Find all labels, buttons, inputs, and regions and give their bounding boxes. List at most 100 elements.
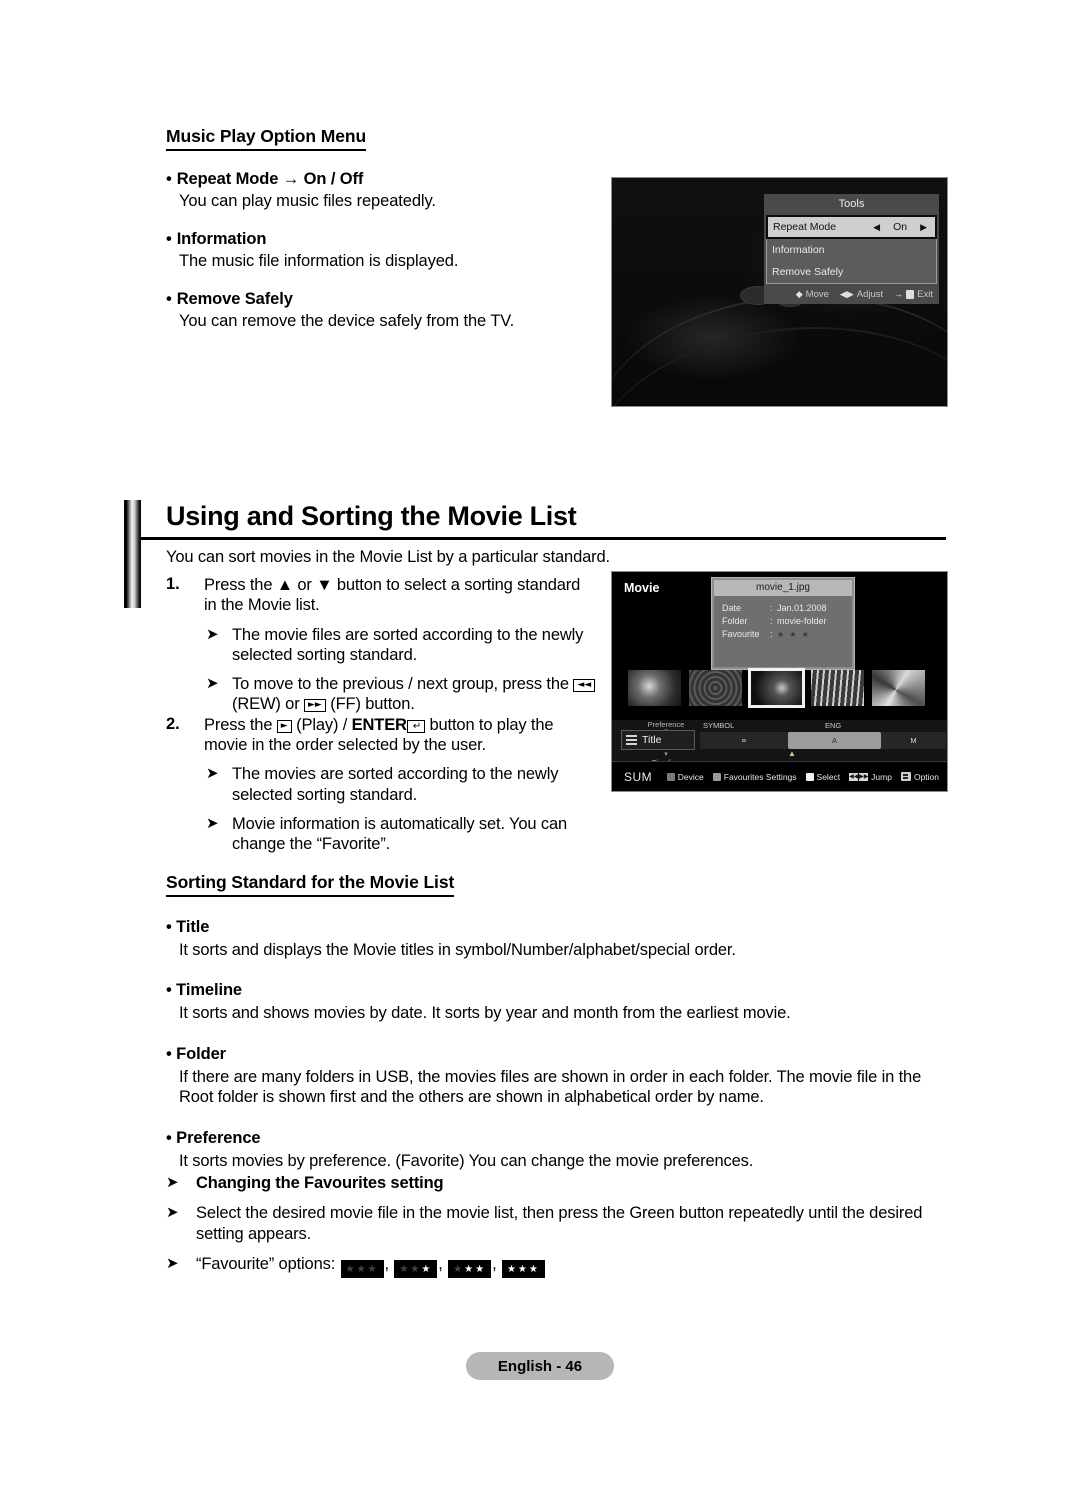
step-number: 1. xyxy=(166,575,180,593)
tools-footer-hints: ◆ Move ◀▶ Adjust → Exit xyxy=(764,284,939,304)
bullet-dot-icon: • xyxy=(166,170,172,188)
info-value: movie-folder xyxy=(777,616,827,626)
movie-file-name: movie_1.jpg xyxy=(714,580,852,596)
bullet-dot-icon: • xyxy=(166,918,172,936)
rating-badge-3-stars: ★★★ xyxy=(501,1260,545,1279)
track-segment-alphabet[interactable]: A xyxy=(788,732,881,749)
sort-current-selection[interactable]: Title xyxy=(621,730,695,750)
step-text-mid: (Play) / xyxy=(291,715,352,734)
tools-row-label: Information xyxy=(772,244,825,256)
movie-footer-hints: Device Favourites Settings Select ◀◀ ▶▶ J… xyxy=(666,771,939,782)
page-title: Using and Sorting the Movie List xyxy=(166,501,577,531)
instruction-steps: 1. Press the ▲ or ▼ button to select a s… xyxy=(166,575,596,854)
tools-row-repeat-mode[interactable]: Repeat Mode ◀ On ▶ xyxy=(766,215,937,239)
step-1-note-2: ➤ To move to the previous / next group, … xyxy=(206,674,596,715)
note-text-mid: (REW) or xyxy=(232,695,304,714)
footer-hint-label: Device xyxy=(677,771,704,782)
note-text: Movie information is automatically set. … xyxy=(232,814,568,854)
rew-button-icon: ◄◄ xyxy=(573,679,596,693)
play-button-icon: ► xyxy=(276,719,292,733)
note-text: The movies are sorted according to the n… xyxy=(232,765,559,804)
sorting-item-title: • Title It sorts and displays the Movie … xyxy=(166,918,956,960)
right-arrow-icon[interactable]: ▶ xyxy=(917,222,930,233)
movie-info-panel: movie_1.jpg Date : Jan.01.2008 Folder : … xyxy=(711,577,855,670)
thumbnail-1[interactable] xyxy=(628,670,681,706)
tools-option-list: Repeat Mode ◀ On ▶ Information Remove Sa… xyxy=(766,215,937,284)
tools-row-value: On xyxy=(893,221,908,233)
tools-hint-label: Exit xyxy=(917,288,933,300)
bullet-dot-icon: • xyxy=(166,230,172,248)
ff-button-icon: ►► xyxy=(303,699,326,713)
step-1: 1. Press the ▲ or ▼ button to select a s… xyxy=(166,575,596,616)
track-segment-m[interactable]: M xyxy=(881,732,946,749)
rating-badge-0-stars: ★★★ xyxy=(340,1260,384,1279)
info-colon: : xyxy=(770,616,773,626)
sort-track[interactable]: ¤ A M xyxy=(700,732,946,749)
track-segment-symbol[interactable]: ¤ xyxy=(700,732,788,749)
tools-panel: Tools Repeat Mode ◀ On ▶ Information Rem… xyxy=(764,194,939,304)
list-icon xyxy=(626,735,637,745)
step-text: Press the ► (Play) / ENTER ↵ button to pl… xyxy=(204,715,596,756)
star-off-icon: ★ xyxy=(399,1264,411,1276)
sorting-standard-heading: Sorting Standard for the Movie List xyxy=(166,872,454,897)
tools-panel-title: Tools xyxy=(838,198,865,210)
info-colon: : xyxy=(770,629,773,639)
step-text: Press the ▲ or ▼ button to select a sort… xyxy=(204,576,581,615)
bullet-dot-icon: • xyxy=(166,1044,172,1063)
footer-hint-select[interactable]: Select xyxy=(805,772,840,782)
comma: , xyxy=(438,1255,443,1274)
sorting-item-body: It sorts and shows movies by date. It so… xyxy=(179,1004,791,1023)
up-down-arrow-icon: ◆ xyxy=(795,288,803,299)
tools-row-information[interactable]: Information xyxy=(767,239,936,261)
info-key: Date xyxy=(722,603,742,613)
left-right-arrow-icon: ◀▶ xyxy=(839,288,854,299)
tools-row-remove-safely[interactable]: Remove Safely xyxy=(767,261,936,283)
favourites-setting-section: ➤ Changing the Favourites setting ➤ Sele… xyxy=(166,1163,956,1279)
movie-thumbnail-strip xyxy=(628,668,925,708)
thumbnail-3[interactable] xyxy=(748,668,805,708)
thumbnail-4[interactable] xyxy=(811,670,864,706)
music-menu-item-repeat-mode: • Repeat Mode → On / Off You can play mus… xyxy=(166,170,586,211)
footer-hint-option[interactable]: Option xyxy=(900,771,939,782)
favourites-heading-line: ➤ Changing the Favourites setting xyxy=(166,1173,956,1193)
tools-menu-screenshot: Tools Repeat Mode ◀ On ▶ Information Rem… xyxy=(611,177,948,407)
tools-hint-adjust: ◀▶ Adjust xyxy=(840,289,883,300)
tools-hint-move: ◆ Move xyxy=(796,289,829,300)
favourite-stars-icon: ★ ★ ★ xyxy=(777,630,811,639)
exit-door-icon xyxy=(906,289,915,299)
favourites-options-line: ➤ “Favourite” options: ★★★, ★★★, ★★★, ★★… xyxy=(166,1254,956,1279)
sorting-item-name: • Timeline xyxy=(166,981,243,1000)
thumbnail-5[interactable] xyxy=(872,670,925,706)
sort-current-label: Title xyxy=(642,734,662,746)
yellow-color-button-icon xyxy=(805,772,814,781)
bullet-dot-icon: • xyxy=(166,981,172,1000)
sort-track-labels: SYMBOL ENG xyxy=(700,721,946,732)
track-label-right: ENG xyxy=(825,721,842,730)
footer-hint-favourites-settings[interactable]: Favourites Settings xyxy=(712,772,797,782)
music-menu-item-title: • Repeat Mode → On / Off xyxy=(166,170,364,188)
favourites-heading: Changing the Favourites setting xyxy=(196,1174,444,1192)
comma: , xyxy=(384,1255,390,1274)
movie-footer-bar: SUM Device Favourites Settings Select ◀◀… xyxy=(612,761,947,791)
sorting-item-name: • Preference xyxy=(166,1128,261,1147)
star-on-icon: ★ xyxy=(506,1264,518,1276)
music-menu-heading: Music Play Option Menu xyxy=(166,126,366,151)
note-arrow-icon: ➤ xyxy=(206,813,219,832)
red-color-button-icon xyxy=(666,772,675,781)
step-1-note-1: ➤ The movie files are sorted according t… xyxy=(206,625,596,666)
sorting-standard-section: Sorting Standard for the Movie List • Ti… xyxy=(166,872,956,1171)
thumbnail-2[interactable] xyxy=(689,670,742,706)
footer-hint-label: Option xyxy=(913,771,939,782)
movie-info-row-folder: Folder : movie-folder xyxy=(722,615,844,628)
left-arrow-icon[interactable]: ◀ xyxy=(870,222,883,233)
sorting-item-timeline: • Timeline It sorts and shows movies by … xyxy=(166,981,956,1023)
footer-hint-jump[interactable]: ◀◀ ▶▶ Jump xyxy=(849,772,892,782)
sorting-item-name: • Title xyxy=(166,918,210,936)
star-on-icon: ★ xyxy=(464,1264,476,1276)
exit-arrow-icon: → xyxy=(894,288,904,299)
note-arrow-icon: ➤ xyxy=(166,1173,179,1191)
music-menu-item-body: You can play music files repeatedly. xyxy=(179,192,436,210)
movie-screen-label: Movie xyxy=(624,581,660,595)
page-number-label: English - 46 xyxy=(497,1357,583,1375)
footer-hint-device[interactable]: Device xyxy=(666,771,704,782)
